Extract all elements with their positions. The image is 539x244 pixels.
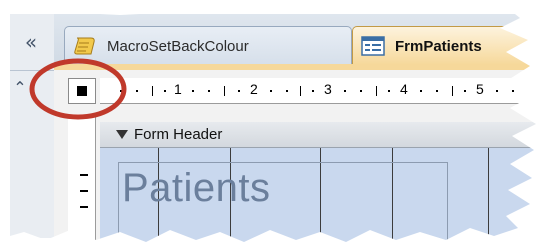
form-selector-button[interactable] [68, 78, 96, 104]
tab-label: MacroSetBackColour [107, 37, 249, 55]
ruler-number: 4 [400, 81, 408, 97]
ruler-number: 5 [476, 81, 484, 97]
ruler-dot [312, 90, 314, 92]
form-selector-square-icon [77, 86, 87, 96]
tab-label: FrmPatients [395, 37, 482, 55]
ruler-dot [512, 90, 514, 92]
nav-divider [8, 70, 54, 71]
double-chevron-up-icon[interactable]: ⌃ [8, 76, 32, 98]
ruler-dot [496, 90, 498, 92]
ruler-dot [120, 90, 122, 92]
ruler-tick [152, 86, 153, 96]
vertical-ruler[interactable] [68, 114, 96, 244]
form-icon [361, 36, 385, 56]
form-header-section-bar[interactable]: Form Header [100, 122, 539, 148]
tab-frm-patients[interactable]: FrmPatients [352, 26, 539, 65]
ruler-dot [80, 206, 88, 208]
ruler-tick [376, 86, 377, 96]
ruler-tick [80, 190, 88, 192]
tab-macro-set-back-colour[interactable]: MacroSetBackColour [64, 26, 352, 65]
ruler-dot [344, 90, 346, 92]
form-title-label: Patients [122, 166, 271, 210]
ruler-dot [270, 90, 272, 92]
horizontal-ruler[interactable]: 1 2 3 4 5 [100, 78, 539, 104]
ruler-number: 3 [324, 81, 332, 97]
ruler-tick [452, 86, 453, 96]
ruler-dot [464, 90, 466, 92]
ruler-dot [360, 90, 362, 92]
ruler-tick [300, 86, 301, 96]
section-label: Form Header [134, 126, 223, 143]
ruler-dot [136, 90, 138, 92]
ruler-dot [388, 90, 390, 92]
ruler-dot [208, 90, 210, 92]
double-chevron-left-icon[interactable]: « [8, 14, 54, 70]
ruler-number: 2 [250, 81, 258, 97]
macro-scroll-icon [74, 37, 95, 55]
ruler-dot [164, 90, 166, 92]
ruler-dot [238, 90, 240, 92]
section-collapse-arrow-icon [116, 130, 128, 139]
ruler-dot [436, 90, 438, 92]
ruler-tick [224, 86, 225, 96]
ruler-number: 1 [174, 81, 182, 97]
ruler-dot [286, 90, 288, 92]
grid-line [488, 148, 489, 244]
ruler-dot [420, 90, 422, 92]
ruler-dot [80, 174, 88, 176]
access-design-view: « ⌃ MacroSetBackColour FrmPatients 1 2 3… [0, 0, 539, 244]
ruler-dot [192, 90, 194, 92]
